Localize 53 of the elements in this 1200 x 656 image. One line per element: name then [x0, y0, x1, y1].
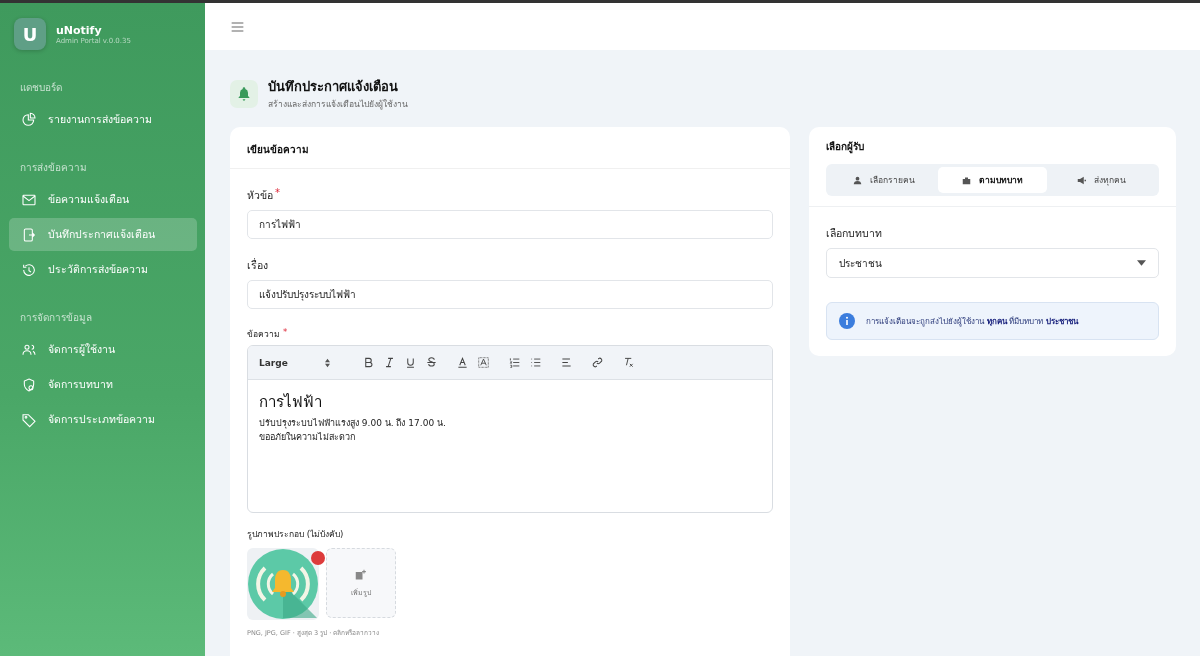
clear-format-icon[interactable] — [622, 357, 634, 368]
app-name: uNotify — [56, 23, 103, 37]
tag-icon — [21, 411, 37, 428]
card-title: เลือกผู้รับ — [826, 140, 865, 154]
bold-icon[interactable] — [362, 357, 374, 368]
text-color-icon[interactable] — [456, 357, 468, 368]
phone-icon — [21, 226, 37, 243]
role-select[interactable]: ประชาชน — [826, 248, 1159, 278]
rich-text-editor[interactable]: Large การไฟฟ้า ปรับปรุงระบบไฟฟ้าแรงสูง 9.00 น. ถึง 17.00 น. ขออภัยในความไม่สะดวก — [247, 345, 773, 513]
link-icon[interactable] — [591, 357, 603, 368]
bell-icon — [230, 79, 258, 108]
add-image-icon — [355, 568, 367, 581]
info-text: การแจ้งเตือนจะถูกส่งไปยังผู้ใช้งาน ทุกคน ที่มีบทบาท ประชาชน — [866, 315, 1078, 328]
field-label: เรื่อง — [247, 257, 268, 273]
briefcase-icon — [962, 175, 971, 185]
dropdown-caret-icon — [1137, 260, 1146, 266]
bullet-list-icon[interactable] — [529, 357, 541, 368]
section-title: แดชบอร์ด — [19, 81, 63, 95]
page-subtitle: สร้างและส่งการแจ้งเตือนไปยังผู้ใช้งาน — [268, 98, 408, 111]
megaphone-icon — [1077, 175, 1086, 185]
ordered-list-icon[interactable] — [508, 357, 520, 368]
italic-icon[interactable] — [383, 357, 395, 368]
highlight-icon[interactable] — [477, 357, 489, 368]
person-icon — [852, 175, 862, 185]
field-label: เลือกบทบาท — [826, 226, 882, 241]
underline-icon[interactable] — [404, 357, 416, 368]
recipient-tab[interactable]: ส่งทุกคน — [1047, 167, 1156, 193]
section-title: การส่งข้อความ — [19, 161, 88, 175]
font-size-select[interactable]: Large — [259, 357, 331, 368]
recipient-tab[interactable]: ตามบทบาท — [938, 167, 1047, 193]
strikethrough-icon[interactable] — [425, 357, 437, 368]
card-title: เขียนข้อความ — [247, 144, 309, 155]
recipient-tab[interactable]: เลือกรายคน — [829, 167, 938, 193]
editor-text: ขออภัยในความไม่สะดวก — [259, 431, 355, 444]
info-icon — [839, 313, 855, 329]
align-left-icon[interactable] — [560, 357, 572, 368]
section-title: การจัดการข้อมูล — [19, 311, 93, 325]
text-field[interactable]: แจ้งปรับปรุงระบบไฟฟ้า — [247, 280, 773, 309]
page-title: บันทึกประกาศแจ้งเตือน — [268, 78, 399, 96]
field-label: รูปภาพประกอบ (ไม่บังคับ) — [247, 528, 344, 541]
editor-text: ปรับปรุงระบบไฟฟ้าแรงสูง 9.00 น. ถึง 17.00 น. — [259, 417, 446, 430]
required-mark: * — [275, 187, 280, 198]
editor-heading: การไฟฟ้า — [259, 392, 322, 413]
shield-icon — [21, 376, 37, 393]
history-icon — [21, 261, 37, 278]
text-field[interactable]: การไฟฟ้า — [247, 210, 773, 239]
app-logo: U — [14, 18, 46, 50]
sort-icon — [323, 357, 331, 368]
field-label: ข้อความ — [247, 328, 280, 341]
remove-image-button[interactable] — [311, 551, 325, 565]
field-label: หัวข้อ — [247, 188, 273, 203]
pie-chart-icon — [21, 111, 37, 128]
required-mark: * — [283, 327, 288, 337]
